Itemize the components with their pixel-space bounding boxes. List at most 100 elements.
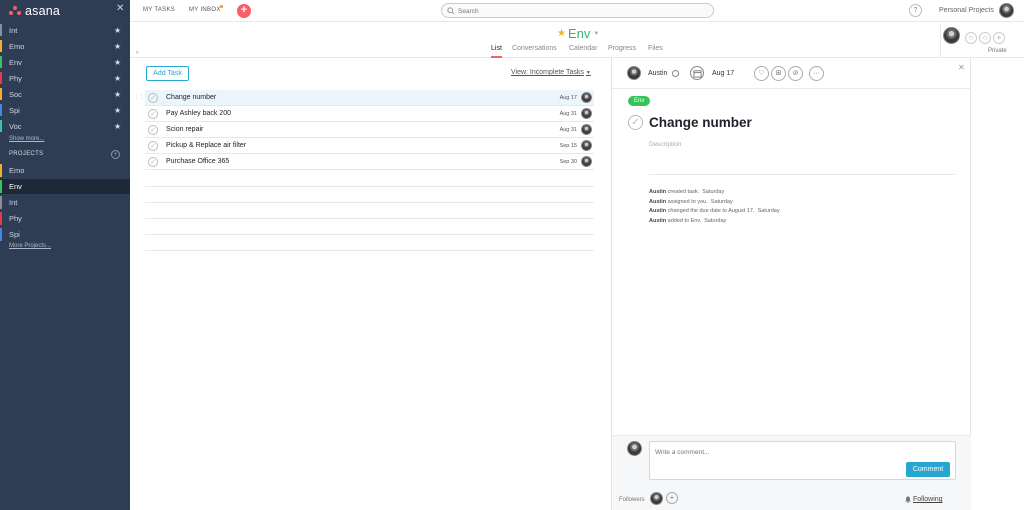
favorite-item[interactable]: Voc ★ [0, 119, 130, 133]
comment-input[interactable] [655, 447, 935, 457]
story-actor[interactable]: Austin [649, 189, 666, 195]
sidebar-project-item[interactable]: Phy [0, 211, 130, 226]
task-checkbox[interactable]: ✓ [148, 141, 158, 151]
task-due-date[interactable]: Sep 30 [560, 159, 577, 165]
sidebar-project-item[interactable]: Spi [0, 227, 130, 242]
task-name[interactable]: Change number [166, 94, 216, 101]
help-button[interactable]: ? [909, 4, 922, 17]
tab-progress[interactable]: Progress [608, 45, 636, 52]
drag-handle-icon[interactable]: ⋮⋮ [134, 94, 145, 101]
view-filter-dropdown[interactable]: View: Incomplete Tasks ▼ [511, 69, 591, 76]
member-placeholder-icon[interactable]: ○ [965, 32, 977, 44]
heart-icon[interactable]: ♡ [754, 66, 769, 81]
task-row[interactable]: ✓ Pay Ashley back 200 Aug 31 [145, 106, 594, 122]
task-name[interactable]: Pickup & Replace air filter [166, 142, 246, 149]
tab-calendar[interactable]: Calendar [569, 45, 597, 52]
comment-button[interactable]: Comment [906, 462, 950, 477]
task-checkbox[interactable]: ✓ [148, 157, 158, 167]
assignee-name[interactable]: Austin [648, 70, 667, 77]
organization-switcher[interactable]: Personal Projects [939, 7, 994, 14]
task-assignee-avatar[interactable] [581, 108, 592, 119]
favorite-star-icon[interactable]: ★ [557, 28, 566, 39]
show-more-link[interactable]: Show more... [9, 136, 44, 142]
attachment-icon[interactable]: ⊘ [788, 66, 803, 81]
user-avatar[interactable] [999, 3, 1014, 18]
search-input[interactable] [458, 6, 703, 16]
task-name[interactable]: Pay Ashley back 200 [166, 110, 231, 117]
story-actor[interactable]: Austin [649, 218, 666, 224]
star-icon[interactable]: ★ [114, 106, 121, 115]
quick-add-button[interactable]: + [237, 4, 251, 18]
more-options-icon[interactable]: ··· [809, 66, 824, 81]
project-title[interactable]: ★ Env ▼ [557, 26, 599, 41]
tab-list[interactable]: List [491, 45, 502, 58]
favorite-item[interactable]: Env ★ [0, 55, 130, 69]
task-due-date[interactable]: Sep 15 [560, 143, 577, 149]
task-due-date[interactable]: Aug 31 [560, 111, 577, 117]
task-title[interactable]: Change number [649, 115, 752, 130]
story-actor[interactable]: Austin [649, 199, 666, 205]
more-projects-link[interactable]: More Projects... [9, 243, 51, 249]
task-checkbox[interactable]: ✓ [148, 109, 158, 119]
empty-task-row[interactable] [145, 186, 594, 187]
collapse-icon[interactable]: ∧ [135, 49, 139, 56]
add-project-icon[interactable]: + [111, 150, 120, 159]
task-checkbox[interactable]: ✓ [148, 125, 158, 135]
member-placeholder-icon[interactable]: ○ [979, 32, 991, 44]
star-icon[interactable]: ★ [114, 90, 121, 99]
member-avatar[interactable] [943, 27, 960, 44]
sidebar-project-item[interactable]: Env [0, 179, 130, 194]
task-assignee-avatar[interactable] [581, 124, 592, 135]
add-member-icon[interactable]: + [993, 32, 1005, 44]
star-icon[interactable]: ★ [114, 26, 121, 35]
favorite-item[interactable]: Emo ★ [0, 39, 130, 53]
due-date-button[interactable] [690, 66, 704, 80]
task-assignee-avatar[interactable] [581, 156, 592, 167]
project-tag[interactable]: Env [628, 96, 651, 106]
my-tasks-link[interactable]: MY TASKS [143, 7, 175, 13]
favorite-item[interactable]: Int ★ [0, 23, 130, 37]
complete-task-checkbox[interactable]: ✓ [628, 115, 643, 130]
task-name[interactable]: Scion repair [166, 126, 203, 133]
assignee-avatar[interactable] [627, 66, 641, 80]
favorite-item[interactable]: Soc ★ [0, 87, 130, 101]
empty-task-row[interactable] [145, 250, 594, 251]
task-due-date[interactable]: Aug 31 [560, 127, 577, 133]
following-toggle[interactable]: Following [913, 496, 943, 503]
task-assignee-avatar[interactable] [581, 92, 592, 103]
task-name[interactable]: Purchase Office 365 [166, 158, 229, 165]
tab-conversations[interactable]: Conversations [512, 45, 557, 52]
empty-task-row[interactable] [145, 234, 594, 235]
tab-files[interactable]: Files [648, 45, 663, 52]
subtask-icon[interactable]: ⊞ [771, 66, 786, 81]
favorite-item[interactable]: Phy ★ [0, 71, 130, 85]
empty-task-row[interactable] [145, 202, 594, 203]
task-due-date[interactable]: Aug 17 [560, 95, 577, 101]
chevron-down-icon[interactable]: ▼ [593, 31, 599, 37]
star-icon[interactable]: ★ [114, 58, 121, 67]
search-bar[interactable] [441, 3, 714, 18]
sidebar-project-item[interactable]: Emo [0, 163, 130, 178]
empty-task-row[interactable] [145, 218, 594, 219]
add-follower-icon[interactable]: + [666, 492, 678, 504]
task-row[interactable]: ✓ Pickup & Replace air filter Sep 15 [145, 138, 594, 154]
task-assignee-avatar[interactable] [581, 140, 592, 151]
comment-box[interactable]: Comment [649, 441, 956, 480]
favorite-item[interactable]: Spi ★ [0, 103, 130, 117]
sidebar-project-item[interactable]: Int [0, 195, 130, 210]
add-task-button[interactable]: Add Task [146, 66, 189, 81]
star-icon[interactable]: ★ [114, 74, 121, 83]
description-field[interactable]: Description [649, 141, 955, 175]
my-inbox-link[interactable]: MY INBOX [189, 7, 221, 13]
close-icon[interactable]: ✕ [958, 63, 965, 72]
privacy-label[interactable]: Private [988, 48, 1007, 54]
close-sidebar-icon[interactable]: ✕ [116, 3, 124, 14]
task-row[interactable]: ✓ Scion repair Aug 31 [145, 122, 594, 138]
star-icon[interactable]: ★ [114, 122, 121, 131]
task-row[interactable]: ⋮⋮ ✓ Change number Aug 17 [134, 90, 594, 106]
task-checkbox[interactable]: ✓ [148, 93, 158, 103]
due-date[interactable]: Aug 17 [712, 70, 734, 77]
star-icon[interactable]: ★ [114, 42, 121, 51]
task-row[interactable]: ✓ Purchase Office 365 Sep 30 [145, 154, 594, 170]
asana-logo[interactable]: asana [9, 4, 60, 18]
